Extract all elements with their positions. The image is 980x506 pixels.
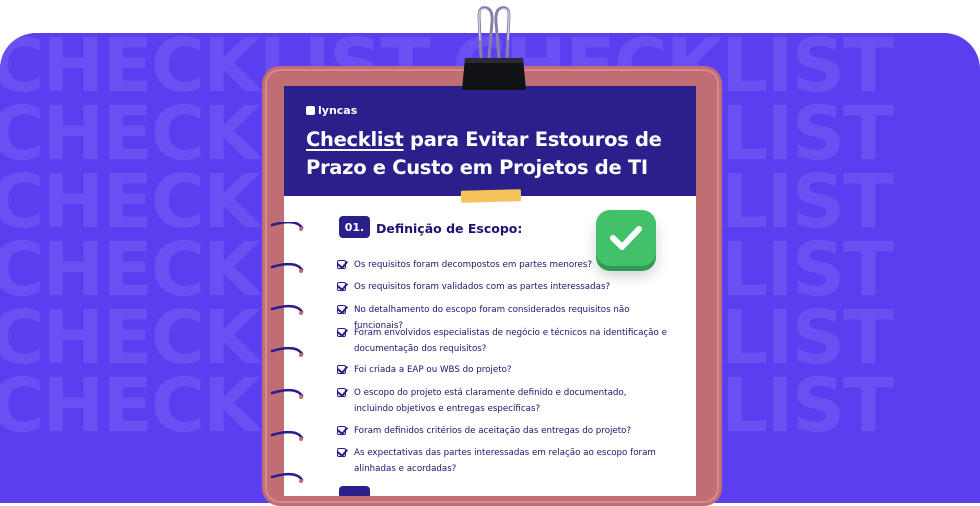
checkbox-checked-icon (337, 365, 346, 374)
spiral-rings (270, 222, 304, 483)
checklist-item: Os requisitos foram validados com as par… (337, 279, 667, 295)
section-number: 01. (339, 216, 370, 238)
brand-name: lyncas (318, 104, 358, 117)
lyncas-logo-icon (306, 106, 315, 115)
checklist-item-text: O escopo do projeto está claramente defi… (354, 388, 627, 414)
checklist-item: As expectativas das partes interessadas … (337, 445, 667, 477)
page-title: Checklist para Evitar Estouros de Prazo … (306, 126, 686, 182)
checklist-item: Foram envolvidos especialistas de negóci… (337, 325, 667, 357)
checklist-item-text: As expectativas das partes interessadas … (354, 448, 656, 474)
title-highlight: Checklist (306, 128, 404, 151)
checkbox-checked-icon (337, 305, 346, 314)
next-section-badge (339, 486, 370, 496)
section-title: Definição de Escopo: (376, 221, 523, 236)
checkbox-checked-icon (337, 426, 346, 435)
title-line2: Prazo e Custo em Projetos de TI (306, 156, 648, 179)
checklist-item-text: Foi criada a EAP ou WBS do projeto? (354, 365, 512, 375)
title-line1: para Evitar Estouros de (403, 128, 662, 151)
checklist-item-text: Foram envolvidos especialistas de negóci… (354, 328, 667, 354)
checkbox-checked-icon (337, 448, 346, 457)
checkbox-checked-icon (337, 260, 346, 269)
checklist-item: Foi criada a EAP ou WBS do projeto? (337, 362, 667, 378)
checkbox-checked-icon (337, 282, 346, 291)
binder-clip-icon (462, 6, 526, 90)
checklist-item: O escopo do projeto está claramente defi… (337, 385, 667, 417)
checklist-item: Os requisitos foram decompostos em parte… (337, 257, 667, 273)
checklist-item-text: Foram definidos critérios de aceitação d… (354, 426, 632, 436)
checklist-item: Foram definidos critérios de aceitação d… (337, 423, 667, 439)
checkbox-checked-icon (337, 328, 346, 337)
tape-strip (460, 189, 522, 203)
brand-logo: lyncas (306, 104, 357, 117)
checklist-item-text: Os requisitos foram decompostos em parte… (354, 260, 593, 270)
checklist-item-text: Os requisitos foram validados com as par… (354, 282, 611, 292)
checkbox-checked-icon (337, 388, 346, 397)
